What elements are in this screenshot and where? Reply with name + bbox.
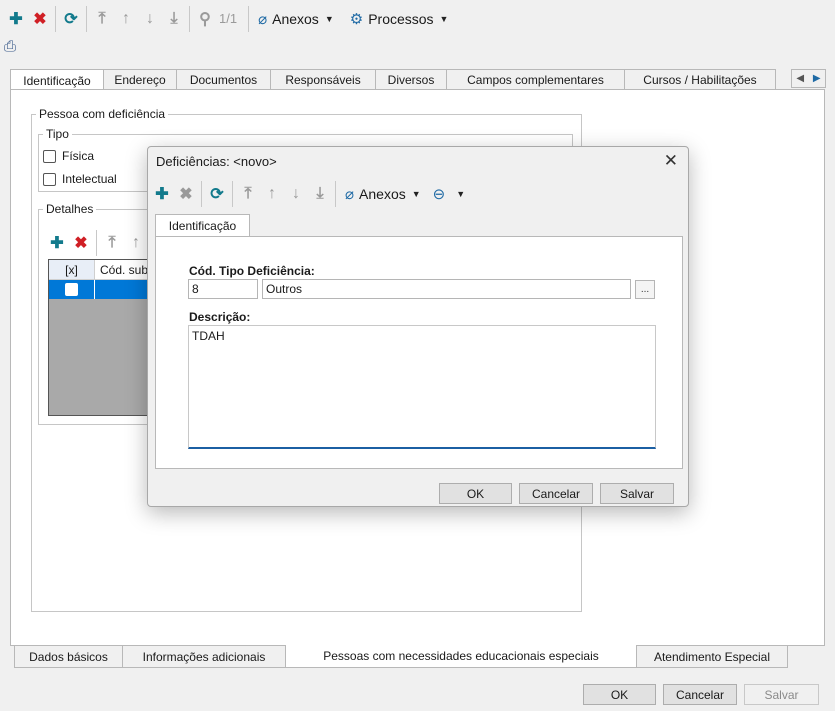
dialog-tabstrip: Identificação xyxy=(155,214,250,237)
toolbar-divider xyxy=(86,5,87,32)
row-checkbox[interactable] xyxy=(65,283,78,296)
toolbar-divider xyxy=(201,181,202,207)
tab-atendimento-especial[interactable]: Atendimento Especial xyxy=(636,646,788,668)
toolbar-divider xyxy=(55,5,56,32)
attachments-label: Anexos xyxy=(359,186,406,202)
code-description-field[interactable]: Outros xyxy=(262,279,631,299)
ok-button[interactable]: OK xyxy=(583,684,656,705)
first-record-icon[interactable]: ⤒ xyxy=(236,182,260,206)
first-record-icon[interactable]: ⤒ xyxy=(100,231,124,255)
save-button[interactable]: Salvar xyxy=(744,684,819,705)
cancel-button[interactable]: Cancelar xyxy=(663,684,737,705)
options-icon: ⊖ xyxy=(432,186,446,203)
attachments-menu[interactable]: ⌀ Anexos ▼ xyxy=(252,7,340,31)
dialog-panel: Cód. Tipo Deficiência: 8 Outros ... Desc… xyxy=(155,236,683,469)
caret-down-icon: ▼ xyxy=(439,13,449,24)
search-icon[interactable]: ⚲ xyxy=(193,7,217,31)
checkbox-label: Física xyxy=(62,149,95,163)
add-icon[interactable]: ✚ xyxy=(150,182,174,206)
dialog-title: Deficiências: <novo> xyxy=(156,154,277,169)
dialog-tab-identificacao[interactable]: Identificação xyxy=(155,214,250,237)
table-row[interactable] xyxy=(49,280,157,299)
deficiency-group-title: Pessoa com deficiência xyxy=(36,107,169,121)
refresh-icon[interactable]: ⟳ xyxy=(59,7,83,31)
print-icon[interactable]: ⎙ xyxy=(4,38,22,55)
tab-dados-basicos[interactable]: Dados básicos xyxy=(14,646,123,668)
description-field[interactable]: TDAH xyxy=(188,325,656,449)
details-group-title: Detalhes xyxy=(43,202,97,216)
tab-identificacao[interactable]: Identificação xyxy=(10,69,104,91)
lookup-button[interactable]: ... xyxy=(635,280,655,299)
checkbox-box[interactable] xyxy=(43,172,56,186)
next-record-icon[interactable]: ↓ xyxy=(284,182,308,206)
previous-record-icon[interactable]: ↑ xyxy=(260,182,284,206)
tab-necessidades-especiais[interactable]: Pessoas com necessidades educacionais es… xyxy=(285,645,637,668)
add-icon[interactable]: ✚ xyxy=(45,231,69,255)
tab-campos-complementares[interactable]: Campos complementares xyxy=(446,69,625,90)
caret-down-icon: ▼ xyxy=(456,189,466,199)
checkbox-intelectual[interactable]: Intelectual xyxy=(43,172,117,186)
dialog-options-menu[interactable]: ⊖ ▼ xyxy=(427,182,472,206)
delete-icon[interactable]: ✖ xyxy=(69,231,93,255)
scroll-right-icon[interactable]: ▶ xyxy=(813,73,821,84)
caret-down-icon: ▼ xyxy=(324,13,334,24)
processes-menu[interactable]: ⚙ Processos ▼ xyxy=(344,7,455,31)
processes-label: Processos xyxy=(368,10,434,27)
toolbar-divider xyxy=(335,181,336,207)
toolbar-divider xyxy=(96,230,97,256)
last-record-icon[interactable]: ⤓ xyxy=(162,7,186,31)
paperclip-icon: ⌀ xyxy=(345,186,355,203)
toolbar-divider xyxy=(189,5,190,32)
refresh-icon[interactable]: ⟳ xyxy=(205,182,229,206)
caret-down-icon: ▼ xyxy=(411,189,421,199)
delete-icon[interactable]: ✖ xyxy=(174,182,198,206)
dialog-save-button[interactable]: Salvar xyxy=(600,483,674,504)
page-counter: 1/1 xyxy=(219,11,238,26)
tab-responsaveis[interactable]: Responsáveis xyxy=(270,69,376,90)
tab-endereco[interactable]: Endereço xyxy=(103,69,177,90)
checkbox-fisica[interactable]: Física xyxy=(43,149,94,163)
dialog-attachments-menu[interactable]: ⌀ Anexos ▼ xyxy=(339,182,427,206)
toolbar-divider xyxy=(232,181,233,207)
paperclip-icon: ⌀ xyxy=(258,10,268,28)
previous-record-icon[interactable]: ↑ xyxy=(124,231,148,255)
bottom-tabstrip: Dados básicos Informações adicionais Pes… xyxy=(14,645,788,668)
tab-scroll-arrows: ◀ ▶ xyxy=(791,69,826,88)
type-group-title: Tipo xyxy=(43,127,72,141)
tab-diversos[interactable]: Diversos xyxy=(375,69,447,90)
close-icon[interactable]: ✕ xyxy=(664,151,678,171)
code-label: Cód. Tipo Deficiência: xyxy=(189,264,315,278)
main-tabstrip: Identificação Endereço Documentos Respon… xyxy=(10,69,776,91)
tab-cursos-habilitacoes[interactable]: Cursos / Habilitações xyxy=(624,69,776,90)
add-icon[interactable]: ✚ xyxy=(4,7,28,31)
row-select-cell[interactable] xyxy=(49,280,95,299)
deficiency-dialog: Deficiências: <novo> ✕ ✚ ✖ ⟳ ⤒ ↑ ↓ ⤓ ⌀ A… xyxy=(147,146,689,507)
first-record-icon[interactable]: ⤒ xyxy=(90,7,114,31)
scroll-left-icon[interactable]: ◀ xyxy=(796,73,804,84)
tab-documentos[interactable]: Documentos xyxy=(176,69,271,90)
grid-header: [x] Cód. subd xyxy=(49,260,157,280)
dialog-cancel-button[interactable]: Cancelar xyxy=(519,483,593,504)
toolbar-divider xyxy=(248,5,250,32)
details-grid: [x] Cód. subd xyxy=(48,259,158,416)
checkbox-label: Intelectual xyxy=(62,172,117,186)
previous-record-icon[interactable]: ↑ xyxy=(114,7,138,31)
grid-header-select[interactable]: [x] xyxy=(49,260,95,279)
main-toolbar: ✚ ✖ ⟳ ⤒ ↑ ↓ ⤓ ⚲ 1/1 ⌀ Anexos ▼ ⚙ Process… xyxy=(0,0,835,37)
code-field[interactable]: 8 xyxy=(188,279,258,299)
details-toolbar: ✚ ✖ ⤒ ↑ xyxy=(45,230,148,256)
last-record-icon[interactable]: ⤓ xyxy=(308,182,332,206)
checkbox-box[interactable] xyxy=(43,149,56,163)
delete-icon[interactable]: ✖ xyxy=(28,7,52,31)
attachments-label: Anexos xyxy=(272,10,319,27)
next-record-icon[interactable]: ↓ xyxy=(138,7,162,31)
description-label: Descrição: xyxy=(189,310,251,324)
dialog-toolbar: ✚ ✖ ⟳ ⤒ ↑ ↓ ⤓ ⌀ Anexos ▼ ⊖ ▼ xyxy=(148,179,688,209)
tab-informacoes-adicionais[interactable]: Informações adicionais xyxy=(122,646,286,668)
dialog-ok-button[interactable]: OK xyxy=(439,483,512,504)
gear-icon: ⚙ xyxy=(349,10,364,28)
